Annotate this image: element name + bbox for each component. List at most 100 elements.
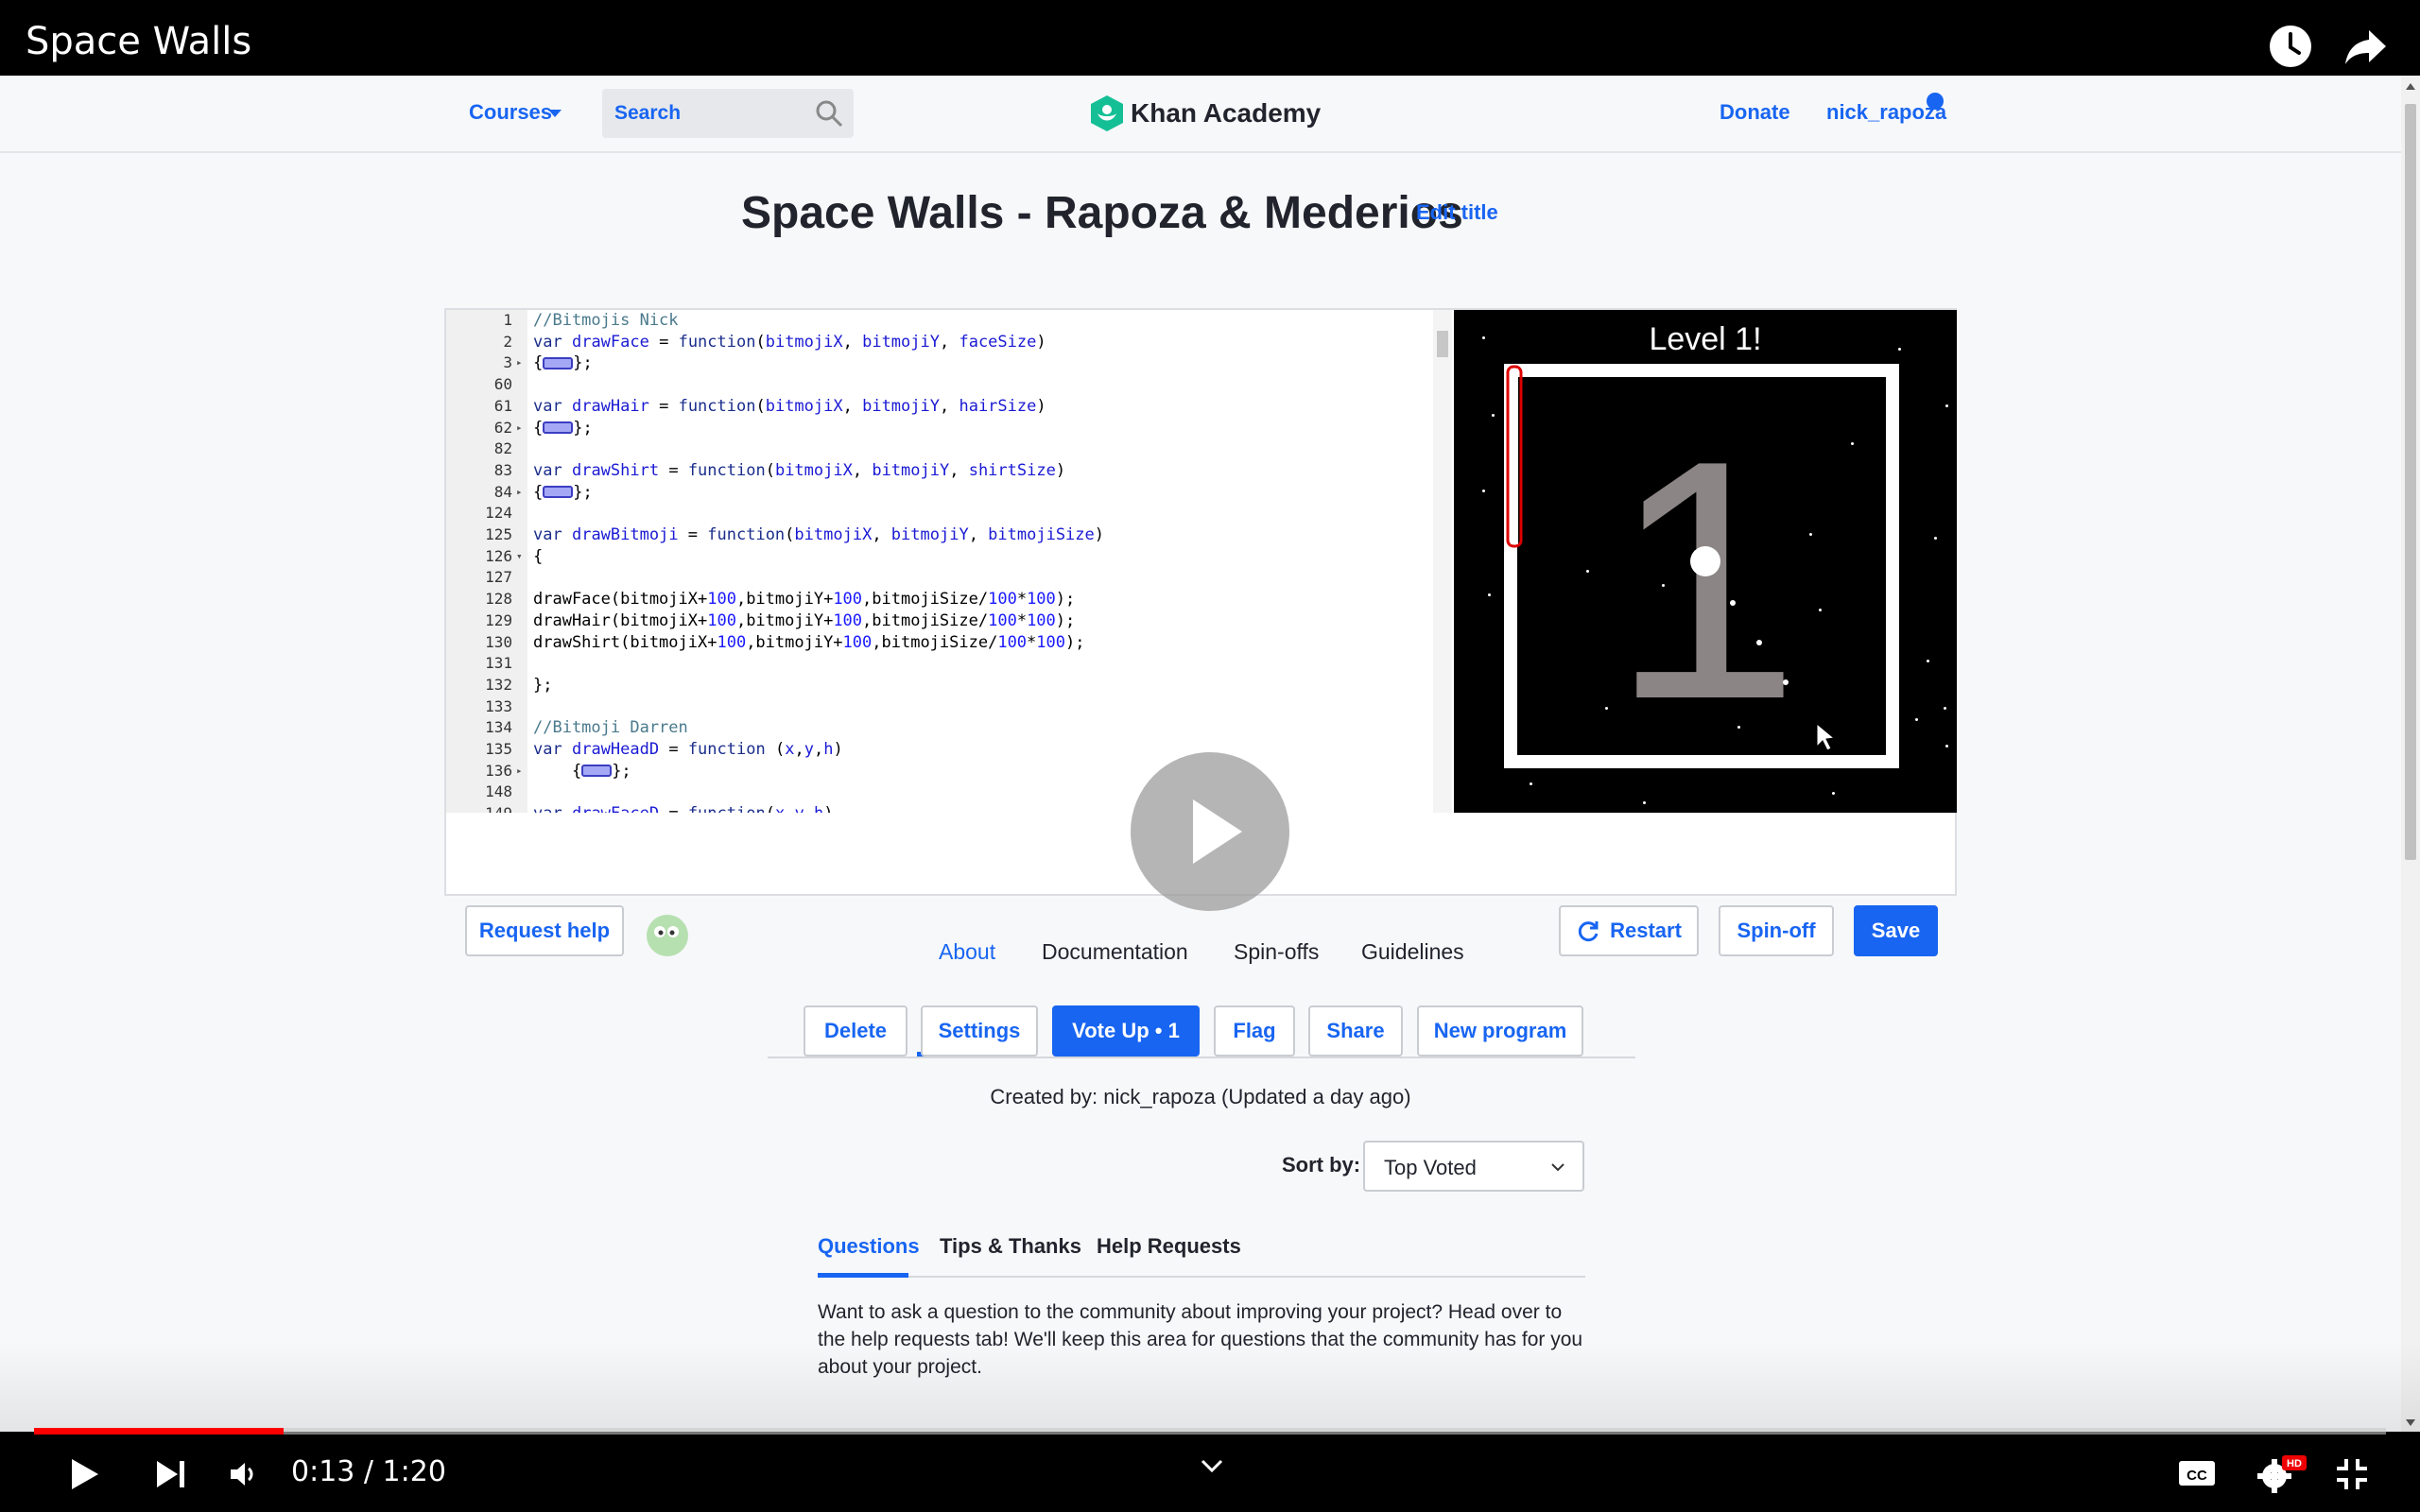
settings-button[interactable]: Settings [921,1005,1038,1057]
exit-fullscreen-icon[interactable] [2333,1455,2371,1493]
fold-toggle-icon[interactable]: ▸ [516,761,523,782]
code-text[interactable]: var drawHeadD = function (x,y,h) [533,739,843,760]
code-text[interactable]: var drawFace = function(bitmojiX, bitmoj… [533,332,1046,352]
scroll-up-arrow-icon[interactable] [2406,83,2415,90]
request-help-button[interactable]: Request help [465,905,624,956]
settings-gear-icon[interactable]: HD [2256,1453,2308,1495]
line-number: 129 [485,610,512,629]
courses-menu[interactable]: Courses [469,100,552,125]
caret-down-icon[interactable] [548,110,562,117]
code-text[interactable]: var drawBitmoji = function(bitmojiX, bit… [533,524,1104,545]
level-number: 1 [1611,390,1800,770]
code-text[interactable]: drawShirt(bitmojiX+100,bitmojiY+100,bitm… [533,632,1085,653]
flag-button[interactable]: Flag [1214,1005,1295,1057]
line-number: 134 [485,718,512,737]
tab-help-requests[interactable]: Help Requests [1097,1234,1241,1259]
video-play-button[interactable] [1131,752,1289,911]
video-title[interactable]: Space Walls [26,21,251,62]
tab-about[interactable]: About [939,939,995,965]
code-text[interactable]: var drawFaceD = function(x,y,h) [533,803,833,813]
video-progress-played[interactable] [34,1428,284,1435]
fold-toggle-icon[interactable]: ▸ [516,352,523,373]
question-tabs-divider [818,1276,1585,1278]
restart-label: Restart [1610,919,1682,942]
code-text[interactable]: //Bitmoji Darren [533,717,688,738]
level-label: Level 1! [1649,321,1762,357]
code-text[interactable]: {}; [533,482,593,503]
tab-guidelines[interactable]: Guidelines [1361,939,1464,965]
line-number: 133 [485,696,512,715]
code-scrollbar[interactable] [1433,310,1452,813]
line-number: 149 [446,803,512,813]
video-time: 0:13 / 1:20 [291,1455,446,1488]
chevron-down-icon[interactable] [1199,1457,1225,1476]
created-by-text: Created by: nick_rapoza (Updated a day a… [990,1085,1411,1108]
video-controls: 0:13 / 1:20 CC HD [0,1435,2420,1512]
code-text[interactable]: {}; [533,761,631,782]
play-icon[interactable] [64,1455,102,1493]
line-number: 127 [485,568,512,587]
watch-later-icon[interactable] [2267,23,2314,70]
delete-button[interactable]: Delete [804,1005,908,1057]
code-text[interactable]: //Bitmojis Nick [533,310,679,331]
donate-link[interactable]: Donate [1720,100,1790,125]
share-icon[interactable] [2342,23,2390,70]
line-number: 148 [485,782,512,801]
code-text[interactable]: {}; [533,418,593,438]
scrollbar-thumb[interactable] [2405,104,2416,860]
avatar[interactable] [643,909,692,958]
line-number: 1 [503,311,512,329]
line-number: 124 [485,504,512,523]
site-header: Courses Search Khan Academy Donate nick_… [0,76,2401,153]
code-text[interactable]: }; [533,675,552,696]
notification-dot-icon [1927,93,1944,110]
volume-icon[interactable] [227,1457,261,1491]
closed-captions-icon[interactable]: CC [2177,1457,2217,1489]
code-text[interactable]: drawFace(bitmojiX+100,bitmojiY+100,bitmo… [533,589,1075,610]
line-number: 84 [493,482,512,501]
line-number: 82 [493,439,512,458]
active-question-tab-indicator [818,1273,908,1278]
program-output-canvas[interactable]: 1 Level 1! [1454,310,1957,813]
code-editor[interactable]: 1 //Bitmojis Nick 2 var drawFace = function… [446,310,1452,813]
line-number: 125 [485,525,512,543]
line-number: 130 [485,632,512,651]
line-number: 61 [493,396,512,415]
logo-text: Khan Academy [1131,98,1322,128]
spin-off-button[interactable]: Spin-off [1719,905,1834,956]
code-text[interactable]: drawHair(bitmojiX+100,bitmojiY+100,bitmo… [533,610,1075,631]
code-text[interactable]: {}; [533,352,593,373]
fold-toggle-icon[interactable]: ▾ [516,546,523,567]
khan-academy-logo[interactable]: Khan Academy [1089,94,1321,132]
fold-toggle-icon[interactable]: ▸ [516,418,523,438]
line-number: 128 [485,590,512,609]
code-text[interactable]: { [533,546,543,567]
tab-documentation[interactable]: Documentation [1042,939,1188,965]
save-button[interactable]: Save [1854,905,1938,956]
vote-up-button[interactable]: Vote Up • 1 [1052,1005,1200,1057]
code-text[interactable]: var drawHair = function(bitmojiX, bitmoj… [533,396,1046,417]
next-video-icon[interactable] [151,1455,189,1493]
code-scrollbar-thumb[interactable] [1437,331,1448,357]
tab-questions[interactable]: Questions [818,1234,920,1259]
video-top-bar: Space Walls [0,0,2420,76]
ball-trail-dot [1783,679,1789,685]
share-button[interactable]: Share [1308,1005,1403,1057]
edit-title-link[interactable]: Edit title [1416,200,1498,225]
new-program-button[interactable]: New program [1417,1005,1583,1057]
restart-button[interactable]: Restart [1559,905,1699,956]
search-icon[interactable] [814,98,844,129]
code-text[interactable]: var drawShirt = function(bitmojiX, bitmo… [533,460,1065,481]
tab-tips-thanks[interactable]: Tips & Thanks [940,1234,1081,1259]
sort-dropdown[interactable]: Top Voted [1363,1141,1584,1192]
line-number: 126 [485,546,512,565]
page-title: Space Walls - Rapoza & Mederios [741,188,1463,238]
video-progress-bar[interactable] [34,1428,2386,1435]
fold-toggle-icon[interactable]: ▸ [516,482,523,503]
tab-spin-offs[interactable]: Spin-offs [1234,939,1319,965]
search-input[interactable]: Search [602,89,854,138]
page-scrollbar[interactable] [2401,76,2420,1432]
line-number: 135 [485,740,512,758]
line-number: 132 [485,675,512,694]
line-number: 136 [485,761,512,780]
